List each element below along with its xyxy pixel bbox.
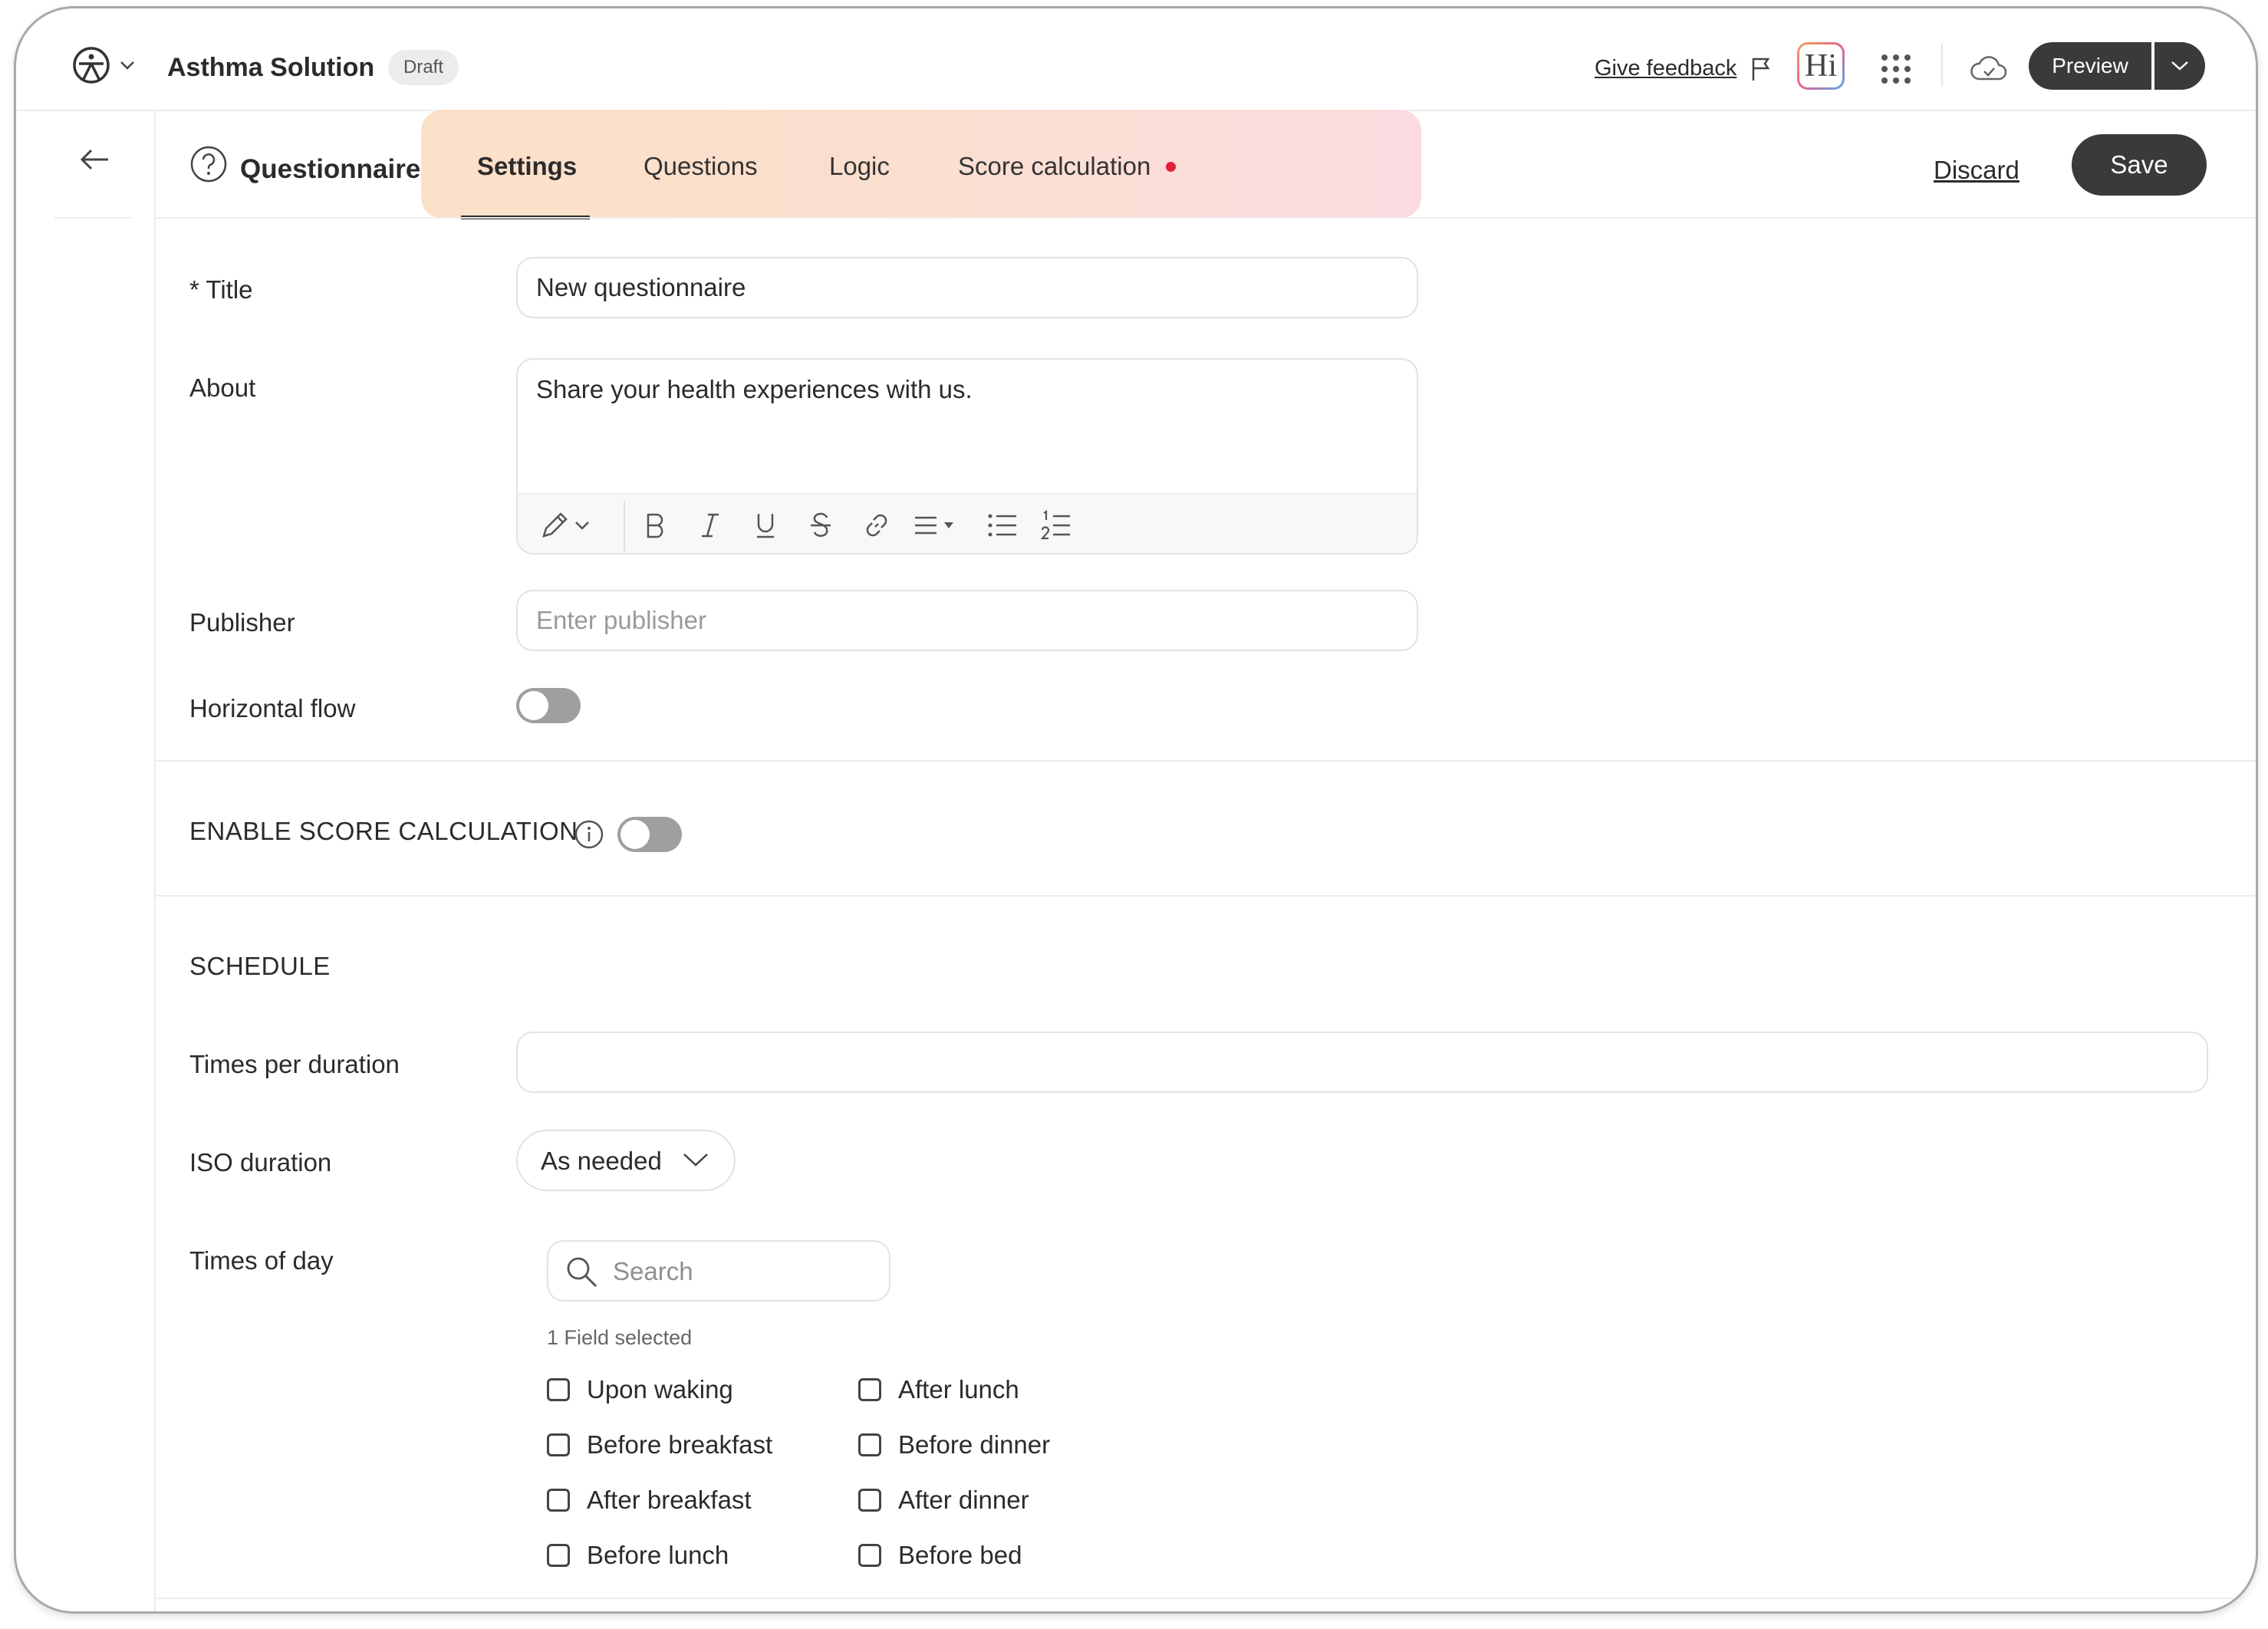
checkbox[interactable] — [547, 1378, 570, 1401]
tab-settings[interactable]: Settings — [477, 152, 577, 181]
title-label: * Title — [189, 275, 253, 304]
status-badge: Draft — [388, 50, 459, 85]
toggle-knob — [620, 820, 650, 849]
bold-icon[interactable] — [644, 512, 667, 539]
time-option-before-dinner[interactable]: Before dinner — [858, 1430, 1050, 1460]
title-input-value: New questionnaire — [536, 273, 746, 301]
times-of-day-label: Times of day — [189, 1246, 334, 1275]
time-option-upon-waking[interactable]: Upon waking — [547, 1375, 733, 1404]
bottom-divider — [156, 1598, 2256, 1599]
score-calculation-label: ENABLE SCORE CALCULATION — [189, 817, 578, 845]
publisher-label: Publisher — [189, 608, 295, 637]
apps-grid-icon[interactable] — [1880, 53, 1912, 85]
option-label: Upon waking — [587, 1375, 733, 1404]
flag-icon[interactable] — [1750, 56, 1773, 82]
about-label: About — [189, 374, 256, 402]
iso-duration-label: ISO duration — [189, 1148, 332, 1176]
tab-questions[interactable]: Questions — [644, 152, 758, 181]
time-option-before-lunch[interactable]: Before lunch — [547, 1541, 729, 1570]
search-icon — [567, 1257, 597, 1288]
pen-icon[interactable] — [539, 510, 591, 541]
chevron-down-icon — [683, 1153, 708, 1167]
horizontal-flow-label: Horizontal flow — [189, 694, 356, 722]
about-text: Share your health experiences with us. — [536, 375, 973, 403]
about-rich-text-editor[interactable]: Share your health experiences with us. — [516, 358, 1418, 555]
italic-icon[interactable] — [699, 512, 722, 539]
option-label: After breakfast — [587, 1486, 752, 1514]
preview-options-button[interactable] — [2154, 42, 2205, 90]
left-rail-border — [154, 110, 156, 1611]
checkbox[interactable] — [858, 1433, 881, 1456]
tab-score-calculation[interactable]: Score calculation — [958, 152, 1150, 181]
checkbox[interactable] — [547, 1433, 570, 1456]
checkbox[interactable] — [858, 1544, 881, 1567]
checkbox[interactable] — [547, 1489, 570, 1512]
toggle-knob — [519, 691, 548, 720]
section-divider — [156, 760, 2256, 762]
iso-duration-value: As needed — [541, 1147, 662, 1175]
times-per-duration-input[interactable] — [516, 1032, 2208, 1093]
underline-icon[interactable] — [754, 512, 777, 539]
selected-count: 1 Field selected — [547, 1326, 693, 1349]
option-label: Before breakfast — [587, 1430, 773, 1459]
time-option-before-bed[interactable]: Before bed — [858, 1541, 1022, 1570]
times-per-duration-label: Times per duration — [189, 1050, 400, 1078]
section-divider — [156, 895, 2256, 897]
time-option-before-breakfast[interactable]: Before breakfast — [547, 1430, 772, 1460]
header-divider — [156, 217, 2256, 219]
top-bar: Asthma Solution Draft Give feedback Hi P… — [16, 8, 2256, 111]
discard-button[interactable]: Discard — [1934, 156, 2019, 185]
link-icon[interactable] — [863, 512, 890, 539]
toolbar-divider — [624, 501, 625, 551]
app-title: Asthma Solution — [167, 53, 375, 82]
page-title: Questionnaire — [240, 154, 421, 184]
score-calculation-toggle[interactable] — [617, 817, 682, 852]
back-arrow-icon[interactable] — [79, 148, 110, 171]
app-window: Asthma Solution Draft Give feedback Hi P… — [14, 6, 2258, 1614]
editor-toolbar — [518, 493, 1417, 553]
schedule-heading: SCHEDULE — [189, 952, 331, 980]
option-label: Before bed — [898, 1541, 1022, 1569]
strikethrough-icon[interactable] — [809, 512, 832, 539]
option-label: Before lunch — [587, 1541, 729, 1569]
hi-assistant-button[interactable]: Hi — [1797, 42, 1845, 90]
publisher-placeholder: Enter publisher — [536, 606, 706, 634]
chevron-down-icon — [120, 61, 134, 70]
time-option-after-dinner[interactable]: After dinner — [858, 1486, 1029, 1515]
checkbox[interactable] — [547, 1544, 570, 1567]
bullet-list-icon[interactable] — [987, 512, 1018, 539]
option-label: After lunch — [898, 1375, 1019, 1404]
option-label: Before dinner — [898, 1430, 1051, 1459]
toolbar-divider — [1941, 44, 1943, 87]
info-icon[interactable] — [574, 819, 604, 850]
numbered-list-icon[interactable] — [1041, 510, 1071, 541]
checkbox[interactable] — [858, 1489, 881, 1512]
help-circle-icon — [190, 146, 227, 183]
option-label: After dinner — [898, 1486, 1029, 1514]
align-icon[interactable] — [913, 513, 960, 538]
checkbox[interactable] — [858, 1378, 881, 1401]
rail-divider — [54, 217, 131, 219]
unsaved-indicator — [1166, 162, 1176, 172]
chevron-down-icon — [2171, 61, 2188, 71]
iso-duration-select[interactable]: As needed — [516, 1130, 736, 1191]
cloud-icon[interactable] — [1970, 56, 2008, 82]
app-logo-icon — [73, 47, 110, 84]
save-button[interactable]: Save — [2072, 134, 2207, 196]
time-option-after-lunch[interactable]: After lunch — [858, 1375, 1019, 1404]
give-feedback-link[interactable]: Give feedback — [1595, 56, 1736, 81]
preview-button[interactable]: Preview — [2029, 42, 2151, 90]
time-option-after-breakfast[interactable]: After breakfast — [547, 1486, 752, 1515]
search-placeholder: Search — [613, 1257, 693, 1285]
times-of-day-search[interactable]: Search — [547, 1240, 890, 1302]
tab-logic[interactable]: Logic — [829, 152, 890, 181]
horizontal-flow-toggle[interactable] — [516, 688, 581, 723]
publisher-input[interactable]: Enter publisher — [516, 590, 1418, 651]
app-switcher[interactable] — [71, 45, 136, 85]
title-input[interactable]: New questionnaire — [516, 257, 1418, 318]
